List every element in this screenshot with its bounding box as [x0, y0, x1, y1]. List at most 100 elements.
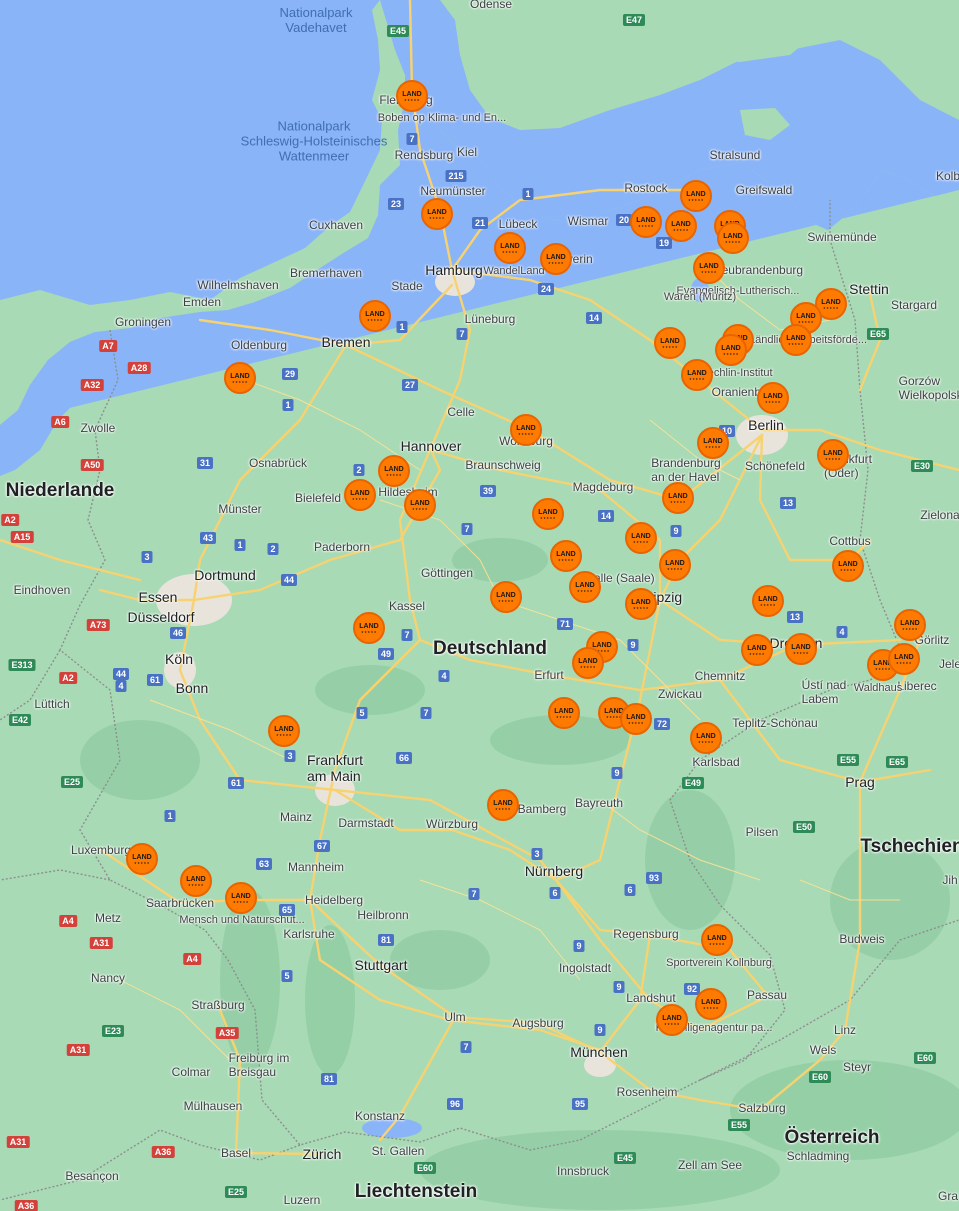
- road-shield: E30: [910, 460, 934, 472]
- road-shield: A15: [10, 531, 34, 543]
- marker-logo-text: LAND: [838, 560, 858, 568]
- marker-logo-stars: ★★★★★: [638, 223, 654, 228]
- marker-logo-stars: ★★★★★: [896, 660, 912, 665]
- location-marker[interactable]: LAND★★★★★: [662, 482, 694, 514]
- location-marker[interactable]: LAND★★★★★: [225, 882, 257, 914]
- location-marker[interactable]: LAND★★★★★: [625, 588, 657, 620]
- road-shield: E25: [224, 1186, 248, 1198]
- location-marker[interactable]: LAND★★★★★: [659, 549, 691, 581]
- road-shield: E42: [8, 714, 32, 726]
- road-shield: 9: [594, 1024, 606, 1036]
- marker-logo-stars: ★★★★★: [352, 496, 368, 501]
- road-shield: A7: [99, 340, 117, 352]
- road-shield: 7: [406, 133, 418, 145]
- location-marker[interactable]: LAND★★★★★: [353, 612, 385, 644]
- road-shield: A2: [59, 672, 77, 684]
- road-shield: A36: [14, 1200, 38, 1211]
- location-marker[interactable]: LAND★★★★★: [487, 789, 519, 821]
- road-shield: 71: [556, 618, 574, 630]
- marker-logo-stars: ★★★★★: [518, 431, 534, 436]
- location-marker[interactable]: LAND★★★★★: [620, 703, 652, 735]
- road-shield: 27: [401, 379, 419, 391]
- location-marker[interactable]: LAND★★★★★: [344, 479, 376, 511]
- location-marker[interactable]: LAND★★★★★: [404, 489, 436, 521]
- location-marker[interactable]: LAND★★★★★: [701, 924, 733, 956]
- road-shield: 4: [115, 680, 127, 692]
- location-marker[interactable]: LAND★★★★★: [654, 327, 686, 359]
- location-marker[interactable]: LAND★★★★★: [550, 540, 582, 572]
- location-marker[interactable]: LAND★★★★★: [741, 634, 773, 666]
- road-shield: A28: [127, 362, 151, 374]
- marker-logo-stars: ★★★★★: [698, 739, 714, 744]
- location-marker[interactable]: LAND★★★★★: [490, 581, 522, 613]
- marker-logo-text: LAND: [427, 208, 447, 216]
- location-marker[interactable]: LAND★★★★★: [494, 232, 526, 264]
- location-marker[interactable]: LAND★★★★★: [697, 427, 729, 459]
- marker-logo-stars: ★★★★★: [701, 269, 717, 274]
- road-shield: E55: [727, 1119, 751, 1131]
- location-marker[interactable]: LAND★★★★★: [681, 359, 713, 391]
- location-marker[interactable]: LAND★★★★★: [359, 300, 391, 332]
- location-marker[interactable]: LAND★★★★★: [817, 439, 849, 471]
- location-marker[interactable]: LAND★★★★★: [894, 609, 926, 641]
- location-marker[interactable]: LAND★★★★★: [757, 382, 789, 414]
- road-shield: 21: [471, 217, 489, 229]
- road-shield: 19: [655, 237, 673, 249]
- location-marker[interactable]: LAND★★★★★: [693, 252, 725, 284]
- location-marker[interactable]: LAND★★★★★: [126, 843, 158, 875]
- marker-logo-text: LAND: [631, 532, 651, 540]
- location-marker[interactable]: LAND★★★★★: [378, 455, 410, 487]
- marker-logo-text: LAND: [707, 934, 727, 942]
- marker-logo-text: LAND: [554, 707, 574, 715]
- location-marker[interactable]: LAND★★★★★: [752, 585, 784, 617]
- marker-logo-text: LAND: [665, 559, 685, 567]
- marker-logo-text: LAND: [493, 799, 513, 807]
- location-marker[interactable]: LAND★★★★★: [180, 865, 212, 897]
- location-marker[interactable]: LAND★★★★★: [630, 206, 662, 238]
- location-marker[interactable]: LAND★★★★★: [715, 334, 747, 366]
- location-marker[interactable]: LAND★★★★★: [888, 643, 920, 675]
- map-canvas[interactable]: Nationalpark Vadehavet Nationalpark Schlesw…: [0, 0, 959, 1211]
- location-marker[interactable]: LAND★★★★★: [532, 498, 564, 530]
- location-marker[interactable]: LAND★★★★★: [510, 414, 542, 446]
- marker-logo-text: LAND: [516, 424, 536, 432]
- location-marker[interactable]: LAND★★★★★: [695, 988, 727, 1020]
- marker-logo-stars: ★★★★★: [662, 344, 678, 349]
- location-marker[interactable]: LAND★★★★★: [717, 222, 749, 254]
- location-marker[interactable]: LAND★★★★★: [421, 198, 453, 230]
- road-shield: 43: [199, 532, 217, 544]
- marker-logo-stars: ★★★★★: [667, 566, 683, 571]
- location-marker[interactable]: LAND★★★★★: [572, 647, 604, 679]
- marker-logo-text: LAND: [186, 875, 206, 883]
- location-marker[interactable]: LAND★★★★★: [625, 522, 657, 554]
- location-marker[interactable]: LAND★★★★★: [540, 243, 572, 275]
- road-shield: E47: [622, 14, 646, 26]
- road-shield: 4: [836, 626, 848, 638]
- location-marker[interactable]: LAND★★★★★: [569, 571, 601, 603]
- marker-logo-stars: ★★★★★: [502, 249, 518, 254]
- marker-logo-stars: ★★★★★: [825, 456, 841, 461]
- marker-logo-text: LAND: [786, 334, 806, 342]
- road-shield: 14: [597, 510, 615, 522]
- location-marker[interactable]: LAND★★★★★: [224, 362, 256, 394]
- location-marker[interactable]: LAND★★★★★: [665, 210, 697, 242]
- marker-logo-stars: ★★★★★: [386, 472, 402, 477]
- road-shield: 67: [313, 840, 331, 852]
- location-marker[interactable]: LAND★★★★★: [268, 715, 300, 747]
- location-marker[interactable]: LAND★★★★★: [780, 324, 812, 356]
- location-marker[interactable]: LAND★★★★★: [656, 1004, 688, 1036]
- location-marker[interactable]: LAND★★★★★: [396, 80, 428, 112]
- marker-logo-text: LAND: [230, 372, 250, 380]
- marker-logo-stars: ★★★★★: [556, 714, 572, 719]
- road-shield: A31: [6, 1136, 30, 1148]
- location-marker[interactable]: LAND★★★★★: [785, 633, 817, 665]
- marker-logo-text: LAND: [747, 644, 767, 652]
- location-marker[interactable]: LAND★★★★★: [680, 180, 712, 212]
- road-shield: 24: [537, 283, 555, 295]
- location-marker[interactable]: LAND★★★★★: [690, 722, 722, 754]
- location-marker[interactable]: LAND★★★★★: [832, 550, 864, 582]
- marker-logo-text: LAND: [410, 499, 430, 507]
- location-marker[interactable]: LAND★★★★★: [548, 697, 580, 729]
- road-shield: A36: [151, 1146, 175, 1158]
- marker-logo-stars: ★★★★★: [548, 260, 564, 265]
